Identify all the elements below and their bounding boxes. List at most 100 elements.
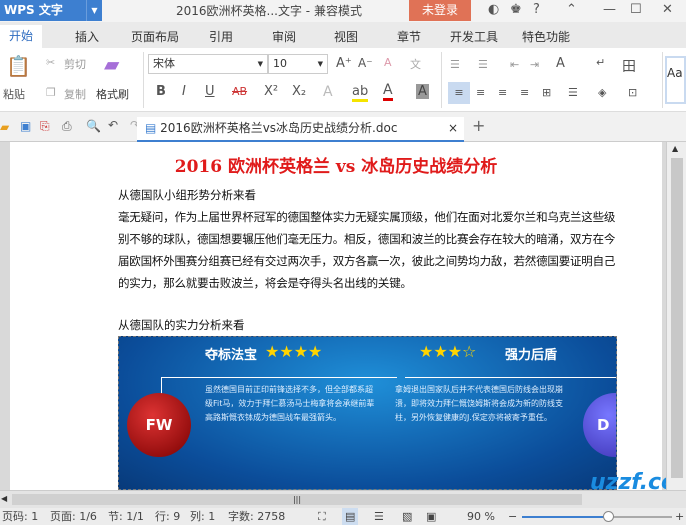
font-family-select[interactable]: 宋体 ▼: [148, 54, 268, 74]
open-folder-icon[interactable]: ▰: [0, 120, 9, 134]
status-section: 节: 1/1: [108, 510, 144, 523]
align-left-button[interactable]: ≡: [448, 82, 470, 104]
tab-features[interactable]: 特色功能: [522, 28, 570, 45]
page-view-icon[interactable]: ▤: [342, 508, 359, 525]
numbering-icon[interactable]: ☰: [478, 58, 488, 71]
horizontal-scrollbar[interactable]: ◀ |||: [0, 490, 686, 508]
outline-view-icon[interactable]: ☰: [374, 508, 384, 525]
align-center-button[interactable]: ≡: [476, 86, 485, 99]
align-right-button[interactable]: ≡: [498, 86, 507, 99]
justify-button[interactable]: ≡: [520, 86, 529, 99]
close-tab-icon[interactable]: ×: [448, 117, 458, 139]
scrollbar-thumb[interactable]: [671, 158, 683, 478]
decrease-indent-icon[interactable]: ⇤: [510, 58, 519, 71]
document-title: 2016 欧洲杯英格兰 vs 冰岛历史战绩分析: [174, 157, 498, 177]
zoom-slider-handle[interactable]: [602, 511, 614, 522]
skin-icon[interactable]: ◐: [488, 2, 499, 17]
copy-icon: ❐: [46, 86, 56, 99]
maximize-button[interactable]: ☐: [630, 2, 642, 17]
document-tab[interactable]: ▤ 2016欧洲杯英格兰vs冰岛历史战绩分析.doc ×: [137, 117, 464, 142]
status-words[interactable]: 字数: 2758: [228, 508, 285, 525]
tab-review[interactable]: 审阅: [272, 28, 296, 45]
font-size-select[interactable]: 10 ▼: [268, 54, 328, 74]
help-button[interactable]: ?: [533, 2, 540, 17]
phonetic-icon[interactable]: 文: [410, 56, 421, 72]
zoom-in-button[interactable]: +: [675, 508, 684, 525]
underline-button[interactable]: U: [205, 84, 215, 99]
borders-icon[interactable]: ⊡: [628, 86, 637, 99]
change-case-icon[interactable]: A: [556, 56, 565, 71]
shirt-icon[interactable]: ♚: [510, 2, 522, 17]
germany-analysis-image: 夺标法宝 ★★★★ ★★★☆ 强力后盾 FW D 虽然德国目前正印前锋选择不多，…: [118, 336, 617, 490]
status-bar: 页码: 1 页面: 1/6 节: 1/1 行: 9 列: 1 字数: 2758 …: [0, 508, 686, 525]
minimize-button[interactable]: —: [603, 2, 616, 17]
zoom-slider[interactable]: [522, 511, 672, 522]
zoom-out-button[interactable]: −: [508, 508, 517, 525]
grow-font-icon[interactable]: A⁺: [336, 56, 352, 71]
section-heading: 从德国队的实力分析来看: [118, 318, 245, 332]
tab-view[interactable]: 视图: [334, 28, 358, 45]
tab-home[interactable]: 开始: [0, 25, 42, 48]
login-button[interactable]: 未登录: [409, 0, 471, 21]
undo-icon[interactable]: ↶: [108, 118, 118, 132]
paste-icon[interactable]: 📋: [6, 54, 31, 78]
text-effect-icon[interactable]: A: [323, 84, 333, 100]
tab-developer[interactable]: 开发工具: [450, 28, 498, 45]
format-painter-button[interactable]: 格式刷: [96, 86, 129, 102]
increase-indent-icon[interactable]: ⇥: [530, 58, 539, 71]
tab-insert[interactable]: 插入: [75, 28, 99, 45]
line-spacing-icon[interactable]: ☰: [568, 86, 578, 99]
cut-button[interactable]: 剪切: [64, 56, 86, 72]
tab-chapter[interactable]: 章节: [397, 28, 421, 45]
wps-app-menu-button[interactable]: WPS 文字 ▼: [0, 0, 102, 21]
export-pdf-icon[interactable]: ⎘: [40, 119, 50, 134]
scroll-up-icon[interactable]: ▲: [672, 144, 678, 153]
web-view-icon[interactable]: ▧: [402, 508, 412, 525]
chevron-down-icon[interactable]: ▼: [86, 0, 102, 21]
vertical-scrollbar[interactable]: ▲: [666, 142, 686, 490]
bullets-icon[interactable]: ☰: [450, 58, 460, 71]
new-tab-icon[interactable]: +: [472, 116, 485, 135]
collapse-ribbon-icon[interactable]: ⌃: [566, 2, 577, 17]
print-preview-icon[interactable]: 🔍: [86, 119, 101, 133]
paste-button[interactable]: 粘贴: [3, 86, 25, 102]
paragraph-mark-icon[interactable]: ↵: [596, 56, 605, 69]
copy-button[interactable]: 复制: [64, 86, 86, 102]
scrollbar-thumb[interactable]: |||: [12, 494, 582, 505]
image-text-left: 虽然德国目前正印前锋选择不多，但全部都系超级Fit马，效力于拜仁慕汤马士梅拿将会…: [205, 385, 375, 422]
fullscreen-icon[interactable]: ⛶: [318, 508, 326, 525]
superscript-button[interactable]: X²: [264, 84, 278, 99]
save-icon[interactable]: ▣: [20, 119, 31, 133]
style-preview[interactable]: Aa: [665, 56, 686, 104]
highlight-icon[interactable]: ab: [352, 84, 369, 102]
clear-format-icon[interactable]: A: [384, 56, 392, 69]
image-heading-left: 夺标法宝: [205, 348, 258, 363]
zoom-slider-fill: [522, 516, 608, 518]
bold-button[interactable]: B: [156, 84, 166, 99]
image-heading-right: 强力后盾: [505, 348, 558, 363]
section-heading: 从德国队小组形势分析来看: [118, 188, 256, 202]
distribute-button[interactable]: ⊞: [542, 86, 551, 99]
status-page-num: 页码: 1: [2, 510, 39, 523]
reading-mode-icon[interactable]: ▣: [426, 508, 436, 525]
print-icon[interactable]: ⎙: [62, 119, 72, 134]
strikethrough-button[interactable]: AB: [232, 85, 247, 98]
document-page[interactable]: 2016 欧洲杯英格兰 vs 冰岛历史战绩分析 从德国队小组形势分析来看 毫无疑…: [10, 142, 662, 490]
italic-button[interactable]: I: [182, 84, 186, 99]
shrink-font-icon[interactable]: A⁻: [358, 56, 373, 70]
tab-references[interactable]: 引用: [209, 28, 233, 45]
title-bar: WPS 文字 ▼ 2016欧洲杯英格...文字 - 兼容模式 未登录 ◐ ♚ ? …: [0, 0, 686, 22]
font-color-button[interactable]: A: [383, 82, 393, 101]
table-icon[interactable]: 田: [622, 56, 636, 76]
paragraph: 毫无疑问，作为上届世界杯冠军的德国整体实力无疑实属顶级，他们在面对北爱尔兰和乌克…: [118, 210, 616, 290]
status-pages[interactable]: 页面: 1/6: [50, 508, 97, 525]
divider: [143, 52, 144, 108]
shading-icon[interactable]: ◈: [598, 86, 606, 99]
tab-page-layout[interactable]: 页面布局: [131, 28, 179, 45]
document-area: 2016 欧洲杯英格兰 vs 冰岛历史战绩分析 从德国队小组形势分析来看 毫无疑…: [0, 142, 666, 490]
zoom-level[interactable]: 90 %: [467, 508, 495, 525]
close-button[interactable]: ✕: [662, 2, 673, 17]
subscript-button[interactable]: X₂: [292, 84, 306, 99]
scroll-left-icon[interactable]: ◀: [1, 494, 7, 503]
char-shading-icon[interactable]: A: [416, 84, 429, 99]
